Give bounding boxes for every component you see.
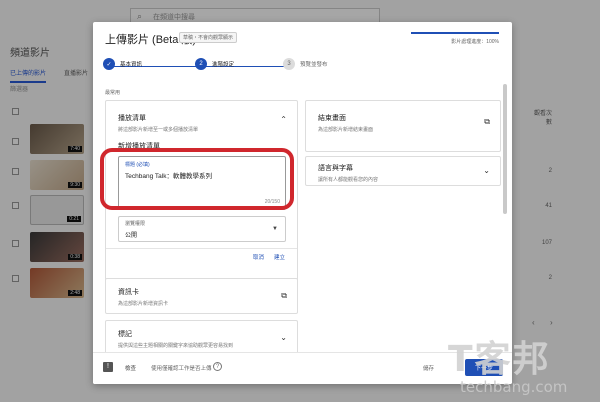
chevron-up-icon[interactable]: ⌃	[280, 115, 287, 124]
end-screen-header: 結束畫面 為這部影片新增結束畫面	[318, 113, 373, 133]
watermark-logo: T客邦	[448, 339, 551, 380]
processing-progress: 影片處理進度：100%	[411, 32, 499, 45]
watermark-url: techbang.com	[460, 378, 568, 396]
step-basic-info[interactable]: ✓ 基本資訊	[103, 58, 142, 70]
subtitles-card[interactable]: 語言與字幕 讓所有人都能觀看您的內容 ⌄	[305, 156, 501, 186]
dialog-header: 上傳影片 (Beta 版) 草稿・不會向觀眾顯示 影片處理進度：100%	[93, 22, 512, 52]
help-icon[interactable]: ?	[213, 362, 222, 371]
watermark: T客邦 techbang.com	[448, 330, 567, 396]
highlight-ring	[100, 148, 294, 210]
section-label: 最常用	[105, 90, 121, 96]
end-screen-card[interactable]: 結束畫面 為這部影片新增結束畫面 ⧉	[305, 100, 501, 152]
info-card-card[interactable]: 資訊卡 為這部影片新增資訊卡 ⧉	[105, 278, 298, 314]
cancel-button[interactable]: 取消	[253, 253, 264, 261]
progress-text: 影片處理進度：100%	[451, 39, 499, 45]
tags-title: 標記	[118, 331, 132, 338]
info-card-desc: 為這部影片新增資訊卡	[118, 301, 169, 307]
chevron-down-icon[interactable]: ⌄	[280, 333, 287, 342]
tags-desc: 提供與這些主題相關的關鍵字來協助觀眾更容易找到	[118, 343, 234, 349]
visibility-label: 瀏覽權限	[125, 221, 146, 227]
feedback-icon[interactable]: !	[103, 362, 113, 372]
divider	[106, 248, 297, 249]
visibility-select[interactable]: 瀏覽權限 公開 ▼	[118, 216, 286, 242]
tags-card[interactable]: 標記 提供與這些主題相關的關鍵字來協助觀眾更容易找到 ⌄	[105, 320, 298, 354]
end-screen-desc: 為這部影片新增結束畫面	[318, 127, 374, 133]
step-preview-publish[interactable]: 3 預覽並發布	[283, 58, 328, 70]
progress-bar	[411, 32, 499, 34]
visibility-value: 公開	[125, 233, 138, 239]
checks-label: 檢查	[125, 366, 137, 372]
footer-note: 使用僅確認工作是否上傳	[151, 366, 212, 372]
upload-stepper: ✓ 基本資訊 2 進階設定 3 預覽並發布	[103, 58, 433, 78]
open-external-icon[interactable]: ⧉	[281, 291, 287, 301]
check-icon: ✓	[103, 58, 115, 70]
subtitles-title: 語言與字幕	[318, 165, 353, 172]
playlist-desc: 將這部影片新增至一或多個播放清單	[118, 127, 199, 133]
subtitles-header: 語言與字幕 讓所有人都能觀看您的內容	[318, 163, 378, 183]
info-card-title: 資訊卡	[118, 289, 139, 296]
save-status: 儲存	[423, 366, 435, 372]
dropdown-arrow-icon: ▼	[272, 226, 278, 232]
subtitles-desc: 讓所有人都能觀看您的內容	[318, 177, 379, 183]
tags-header: 標記 提供與這些主題相關的關鍵字來協助觀眾更容易找到	[118, 329, 233, 349]
create-button[interactable]: 建立	[274, 253, 285, 261]
draft-badge: 草稿・不會向觀眾顯示	[179, 32, 238, 43]
scrollbar[interactable]	[503, 84, 507, 214]
chevron-down-icon[interactable]: ⌄	[483, 166, 490, 175]
end-screen-title: 結束畫面	[318, 115, 346, 122]
playlist-title: 播放清單	[118, 115, 146, 122]
open-external-icon[interactable]: ⧉	[484, 117, 490, 127]
playlist-actions: 取消 建立	[253, 253, 285, 261]
info-card-header: 資訊卡 為這部影片新增資訊卡	[118, 287, 168, 307]
playlist-card-header[interactable]: 播放清單 將這部影片新增至一或多個播放清單	[118, 113, 198, 133]
step-advanced-settings[interactable]: 2 進階設定	[195, 58, 234, 70]
progress-fill	[411, 32, 499, 34]
